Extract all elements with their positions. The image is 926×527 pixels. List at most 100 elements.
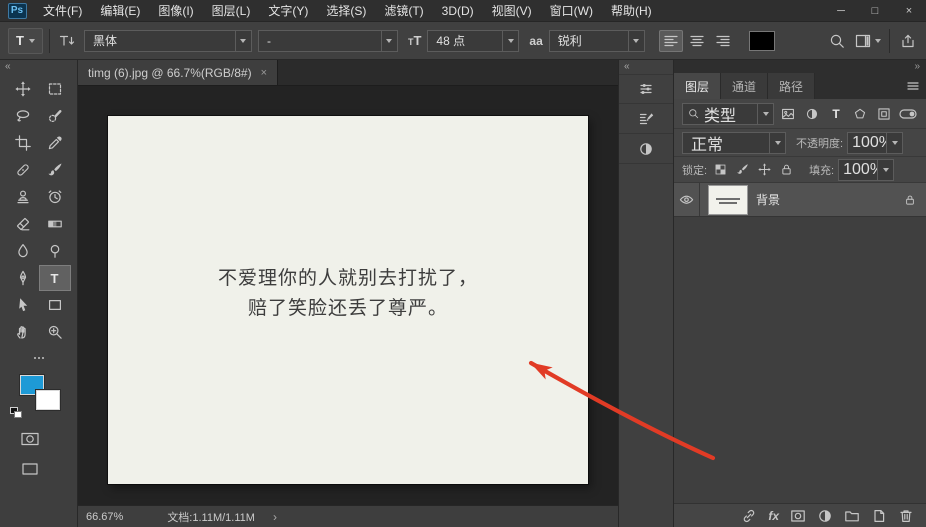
menu-type[interactable]: 文字(Y): [259, 0, 317, 21]
link-layers-icon[interactable]: [741, 508, 757, 524]
menu-help[interactable]: 帮助(H): [602, 0, 661, 21]
layer-filter-row: 类型 T: [674, 99, 926, 129]
collapse-panels-icon[interactable]: »: [914, 61, 920, 72]
panel-menu-icon[interactable]: [906, 73, 926, 99]
screen-mode-icon[interactable]: [8, 457, 52, 481]
history-brush-tool[interactable]: [39, 184, 71, 210]
menu-filter[interactable]: 滤镜(T): [375, 0, 432, 21]
menu-view[interactable]: 视图(V): [483, 0, 541, 21]
menu-image[interactable]: 图像(I): [149, 0, 202, 21]
adjustment-layer-icon[interactable]: [817, 508, 833, 524]
layer-mask-icon[interactable]: [790, 508, 806, 524]
delete-layer-icon[interactable]: [898, 508, 914, 524]
type-tool[interactable]: T: [38, 265, 71, 291]
font-family-value: 黑体: [92, 34, 117, 48]
clone-stamp-tool[interactable]: [7, 184, 39, 210]
default-colors-icon[interactable]: [10, 407, 23, 418]
quick-selection-tool[interactable]: [39, 103, 71, 129]
status-bar: 66.67% 文档:1.11M/1.11M ›: [78, 505, 618, 527]
font-style-select[interactable]: -: [257, 29, 398, 52]
menu-layer[interactable]: 图层(L): [203, 0, 260, 21]
tab-paths[interactable]: 路径: [768, 73, 816, 99]
menu-window[interactable]: 窗口(W): [541, 0, 602, 21]
path-selection-tool[interactable]: [7, 292, 39, 318]
maximize-button[interactable]: □: [858, 0, 892, 21]
zoom-level[interactable]: 66.67%: [86, 511, 123, 523]
move-tool[interactable]: [7, 76, 39, 102]
layer-lock-icon[interactable]: [904, 194, 916, 206]
tab-channels[interactable]: 通道: [721, 73, 769, 99]
menu-edit[interactable]: 编辑(E): [91, 0, 149, 21]
rectangular-marquee-tool[interactable]: [39, 76, 71, 102]
anti-alias-select[interactable]: 锐利: [548, 29, 645, 52]
blend-mode-select[interactable]: 正常: [682, 131, 786, 154]
menu-3d[interactable]: 3D(D): [433, 0, 483, 21]
rectangle-tool[interactable]: [39, 292, 71, 318]
eyedropper-tool[interactable]: [39, 130, 71, 156]
toolbar-collapse-icon[interactable]: «: [0, 60, 77, 74]
new-layer-icon[interactable]: [871, 508, 887, 524]
expand-panels-icon[interactable]: «: [619, 60, 673, 74]
minimize-button[interactable]: ─: [824, 0, 858, 21]
align-right-button[interactable]: [711, 30, 735, 52]
layer-thumbnail[interactable]: [708, 184, 748, 215]
lock-position-icon[interactable]: [755, 161, 773, 179]
toolbar-more-icon[interactable]: [0, 349, 77, 367]
align-center-button[interactable]: [685, 30, 709, 52]
menu-select[interactable]: 选择(S): [317, 0, 375, 21]
document-tab[interactable]: timg (6).jpg @ 66.7%(RGB/8#) ×: [78, 60, 279, 85]
fill-select[interactable]: 100%: [838, 158, 895, 181]
font-size-select[interactable]: 48 点: [427, 29, 520, 52]
new-group-icon[interactable]: [844, 508, 860, 524]
filter-pixel-icon[interactable]: [778, 104, 798, 124]
tab-close-icon[interactable]: ×: [261, 67, 267, 79]
lock-all-icon[interactable]: [777, 161, 795, 179]
hand-tool[interactable]: [7, 319, 39, 345]
lasso-tool[interactable]: [7, 103, 39, 129]
history-panel-icon[interactable]: [619, 104, 673, 134]
layer-name: 背景: [756, 193, 781, 207]
dodge-tool[interactable]: [39, 238, 71, 264]
text-color-swatch[interactable]: [748, 30, 775, 51]
tool-preset-picker[interactable]: T: [8, 27, 43, 54]
filter-shape-icon[interactable]: [850, 104, 870, 124]
blur-tool[interactable]: [7, 238, 39, 264]
lock-pixels-icon[interactable]: [733, 161, 751, 179]
align-left-button[interactable]: [658, 29, 683, 52]
big-t-glyph: T: [413, 33, 422, 48]
pen-tool[interactable]: [7, 265, 39, 291]
close-button[interactable]: ×: [892, 0, 926, 21]
status-menu-icon[interactable]: ›: [273, 510, 277, 524]
text-orientation-icon[interactable]: [56, 31, 78, 51]
spot-healing-brush-tool[interactable]: [7, 157, 39, 183]
font-family-select[interactable]: 黑体: [83, 29, 252, 52]
zoom-tool[interactable]: [39, 319, 71, 345]
layers-list: 背景: [674, 183, 926, 503]
rectangle-shape-icon: [48, 299, 61, 311]
background-color-swatch[interactable]: [36, 390, 60, 410]
filter-adjustment-icon[interactable]: [802, 104, 822, 124]
filter-toggle-icon[interactable]: [898, 104, 918, 124]
quick-mask-icon[interactable]: [8, 427, 52, 451]
brush-tool[interactable]: [39, 157, 71, 183]
filter-smart-object-icon[interactable]: [874, 104, 894, 124]
canvas-area[interactable]: 不爱理你的人就别去打扰了， 赔了笑脸还丢了尊严。: [78, 86, 618, 505]
filter-type-icon[interactable]: T: [826, 104, 846, 124]
lock-transparency-icon[interactable]: [711, 161, 729, 179]
layer-style-fx-icon[interactable]: fx: [768, 507, 779, 525]
search-icon[interactable]: [827, 31, 847, 51]
adjustments-panel-icon[interactable]: [619, 134, 673, 164]
properties-panel-icon[interactable]: [619, 74, 673, 104]
menu-file[interactable]: 文件(F): [34, 0, 91, 21]
document-image[interactable]: 不爱理你的人就别去打扰了， 赔了笑脸还丢了尊严。: [108, 116, 588, 484]
eraser-tool[interactable]: [7, 211, 39, 237]
layer-row-background[interactable]: 背景: [674, 183, 926, 217]
layer-filter-select[interactable]: 类型: [682, 102, 774, 125]
workspace-switcher[interactable]: [855, 33, 881, 49]
visibility-eye-icon[interactable]: [674, 183, 700, 216]
crop-tool[interactable]: [7, 130, 39, 156]
opacity-select[interactable]: 100%: [847, 131, 904, 154]
gradient-tool[interactable]: [39, 211, 71, 237]
tab-layers[interactable]: 图层: [674, 73, 722, 99]
share-icon[interactable]: [898, 31, 918, 51]
